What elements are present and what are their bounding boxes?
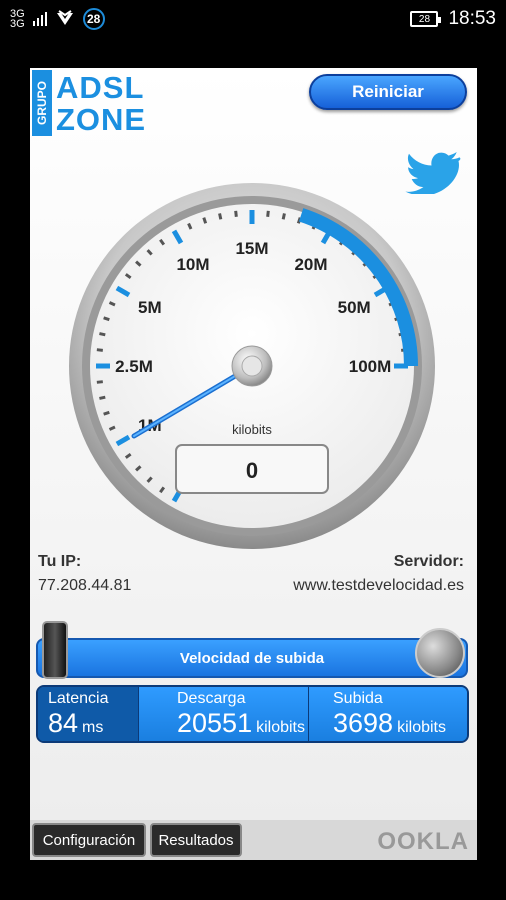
speed-gauge: 01M2.5M5M10M15M20M50M100M kilobits 0: [69, 183, 435, 549]
status-left: 3G 3G 28: [10, 6, 105, 32]
shield-icon: [56, 10, 73, 25]
gauge-minor-tick: [266, 210, 270, 217]
network-indicator: 3G 3G: [10, 9, 25, 30]
upload-label: Subida: [333, 690, 383, 707]
gauge-minor-tick: [281, 213, 286, 220]
logo-side-text: GRUPO: [32, 70, 52, 136]
gauge-minor-tick: [103, 316, 110, 322]
download-cell: Descarga 20551 kilobits: [138, 687, 308, 741]
upload-unit: kilobits: [397, 719, 446, 736]
gauge-scale-label: 5M: [138, 298, 162, 317]
network-type-2: 3G: [10, 18, 25, 30]
gauge-scale-label: 2.5M: [115, 357, 153, 376]
gauge-minor-tick: [218, 213, 223, 220]
progress-label: Velocidad de subida: [179, 649, 325, 667]
ip-label: Tu IP:: [38, 553, 82, 570]
gauge-value: 0: [246, 458, 258, 483]
gauge-minor-tick: [96, 348, 103, 352]
server-value: www.testdevelocidad.es: [293, 577, 464, 594]
download-label: Descarga: [177, 690, 246, 707]
notification-count-badge: 28: [82, 8, 105, 30]
bottom-nav: Configuración Resultados OOKLA: [30, 820, 477, 860]
config-button[interactable]: Configuración: [32, 823, 146, 857]
server-label: Servidor:: [393, 553, 464, 570]
latency-label: Latencia: [48, 690, 109, 707]
latency-cell: Latencia 84 ms: [38, 687, 138, 741]
status-bar: 3G 3G 28 28 18:53: [0, 0, 506, 38]
gauge-scale-label: 20M: [294, 255, 327, 274]
gauge-minor-tick: [99, 332, 106, 337]
gauge-scale-label: 10M: [176, 255, 209, 274]
restart-button[interactable]: Reiniciar: [309, 74, 467, 110]
adslzone-logo: GRUPO ADSL ZONE: [32, 70, 150, 136]
signal-icon: [32, 12, 47, 26]
phone-icon: [42, 621, 68, 679]
gauge-hub-inner: [241, 355, 263, 377]
gauge-scale-label: 50M: [338, 298, 371, 317]
gauge-minor-tick: [103, 410, 110, 416]
latency-unit: ms: [82, 719, 104, 736]
clock: 18:53: [448, 8, 496, 29]
ip-value: 77.208.44.81: [38, 577, 132, 594]
gauge-scale-label: 100M: [349, 357, 392, 376]
globe-icon: [415, 628, 465, 678]
gauge-minor-tick: [202, 217, 208, 224]
logo-bottom-text: ZONE: [56, 102, 147, 137]
logo-top-text: ADSL: [56, 70, 145, 105]
speedtest-app: GRUPO ADSL ZONE Reiniciar 2.5M 5M 10M 15…: [30, 68, 477, 860]
gauge-minor-tick: [96, 380, 103, 384]
download-unit: kilobits: [256, 719, 305, 736]
status-right: 28 18:53: [410, 6, 496, 32]
gauge-minor-tick: [99, 395, 106, 400]
upload-value: 3698: [333, 708, 394, 738]
test-progress-bar: Velocidad de subida: [36, 638, 468, 678]
results-button[interactable]: Resultados: [150, 823, 242, 857]
gauge-minor-tick: [234, 210, 238, 217]
battery-icon: 28: [410, 11, 442, 27]
results-panel: Latencia 84 ms Descarga 20551 kilobits Sub…: [36, 685, 469, 743]
gauge-scale-label: 15M: [235, 239, 268, 258]
latency-value: 84: [48, 708, 79, 738]
upload-cell: Subida 3698 kilobits: [308, 687, 467, 741]
download-value: 20551: [177, 708, 253, 738]
gauge-unit-label: kilobits: [232, 422, 272, 437]
ookla-logo: OOKLA: [377, 828, 469, 855]
